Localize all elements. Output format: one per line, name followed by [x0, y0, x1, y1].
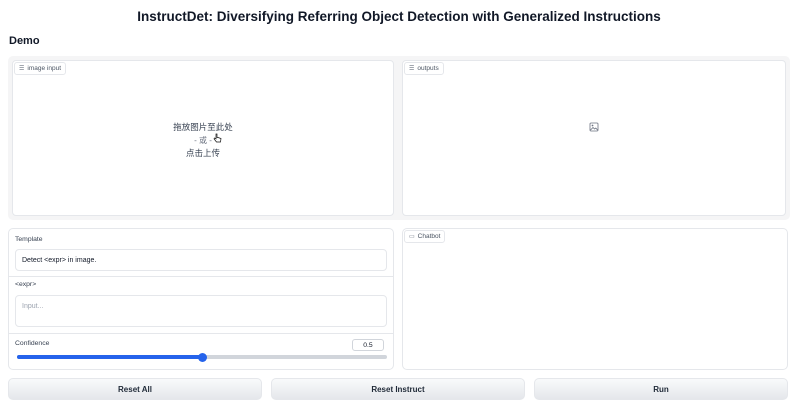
- media-row: ☰ image input 拖放图片至此处 - 或 - 点击上传 ☰ outpu…: [8, 56, 790, 220]
- upload-instructions[interactable]: 拖放图片至此处 - 或 - 点击上传: [13, 121, 393, 160]
- outputs-panel: ☰ outputs: [402, 60, 786, 216]
- page-subtitle: Demo: [9, 35, 40, 47]
- divider: [9, 276, 393, 277]
- image-placeholder-icon: [589, 122, 599, 132]
- image-input-dropzone[interactable]: ☰ image input 拖放图片至此处 - 或 - 点击上传: [12, 60, 394, 216]
- hand-cursor-icon: [213, 133, 222, 143]
- or-text: - 或 -: [194, 136, 212, 145]
- controls-panel: Template Detect <expr> in image. <expr> …: [8, 228, 394, 370]
- confidence-label: Confidence: [15, 340, 50, 347]
- image-label-icon: ☰: [19, 66, 25, 72]
- template-input[interactable]: Detect <expr> in image.: [15, 249, 387, 271]
- confidence-number-input[interactable]: 0.5: [352, 339, 384, 351]
- confidence-slider[interactable]: [17, 352, 387, 362]
- outputs-label: ☰ outputs: [404, 62, 444, 75]
- image-label-icon: ☰: [409, 66, 415, 72]
- run-button[interactable]: Run: [534, 378, 788, 400]
- expr-label: <expr>: [15, 281, 37, 288]
- confidence-slider-thumb[interactable]: [197, 352, 207, 362]
- chatbot-panel: ▭ Chatbot: [402, 228, 788, 370]
- chat-icon: ▭: [409, 234, 415, 240]
- chatbot-label: ▭ Chatbot: [404, 230, 446, 243]
- divider: [9, 333, 393, 334]
- drop-text: 拖放图片至此处: [173, 122, 233, 132]
- template-label: Template: [15, 236, 43, 243]
- page-title: InstructDet: Diversifying Referring Obje…: [137, 9, 661, 24]
- reset-instruct-button[interactable]: Reset Instruct: [271, 378, 525, 400]
- click-upload-text: 点击上传: [185, 148, 220, 158]
- image-input-label: ☰ image input: [14, 62, 66, 75]
- reset-all-button[interactable]: Reset All: [8, 378, 262, 400]
- confidence-slider-fill: [17, 355, 202, 359]
- expr-input[interactable]: Input...: [15, 295, 387, 327]
